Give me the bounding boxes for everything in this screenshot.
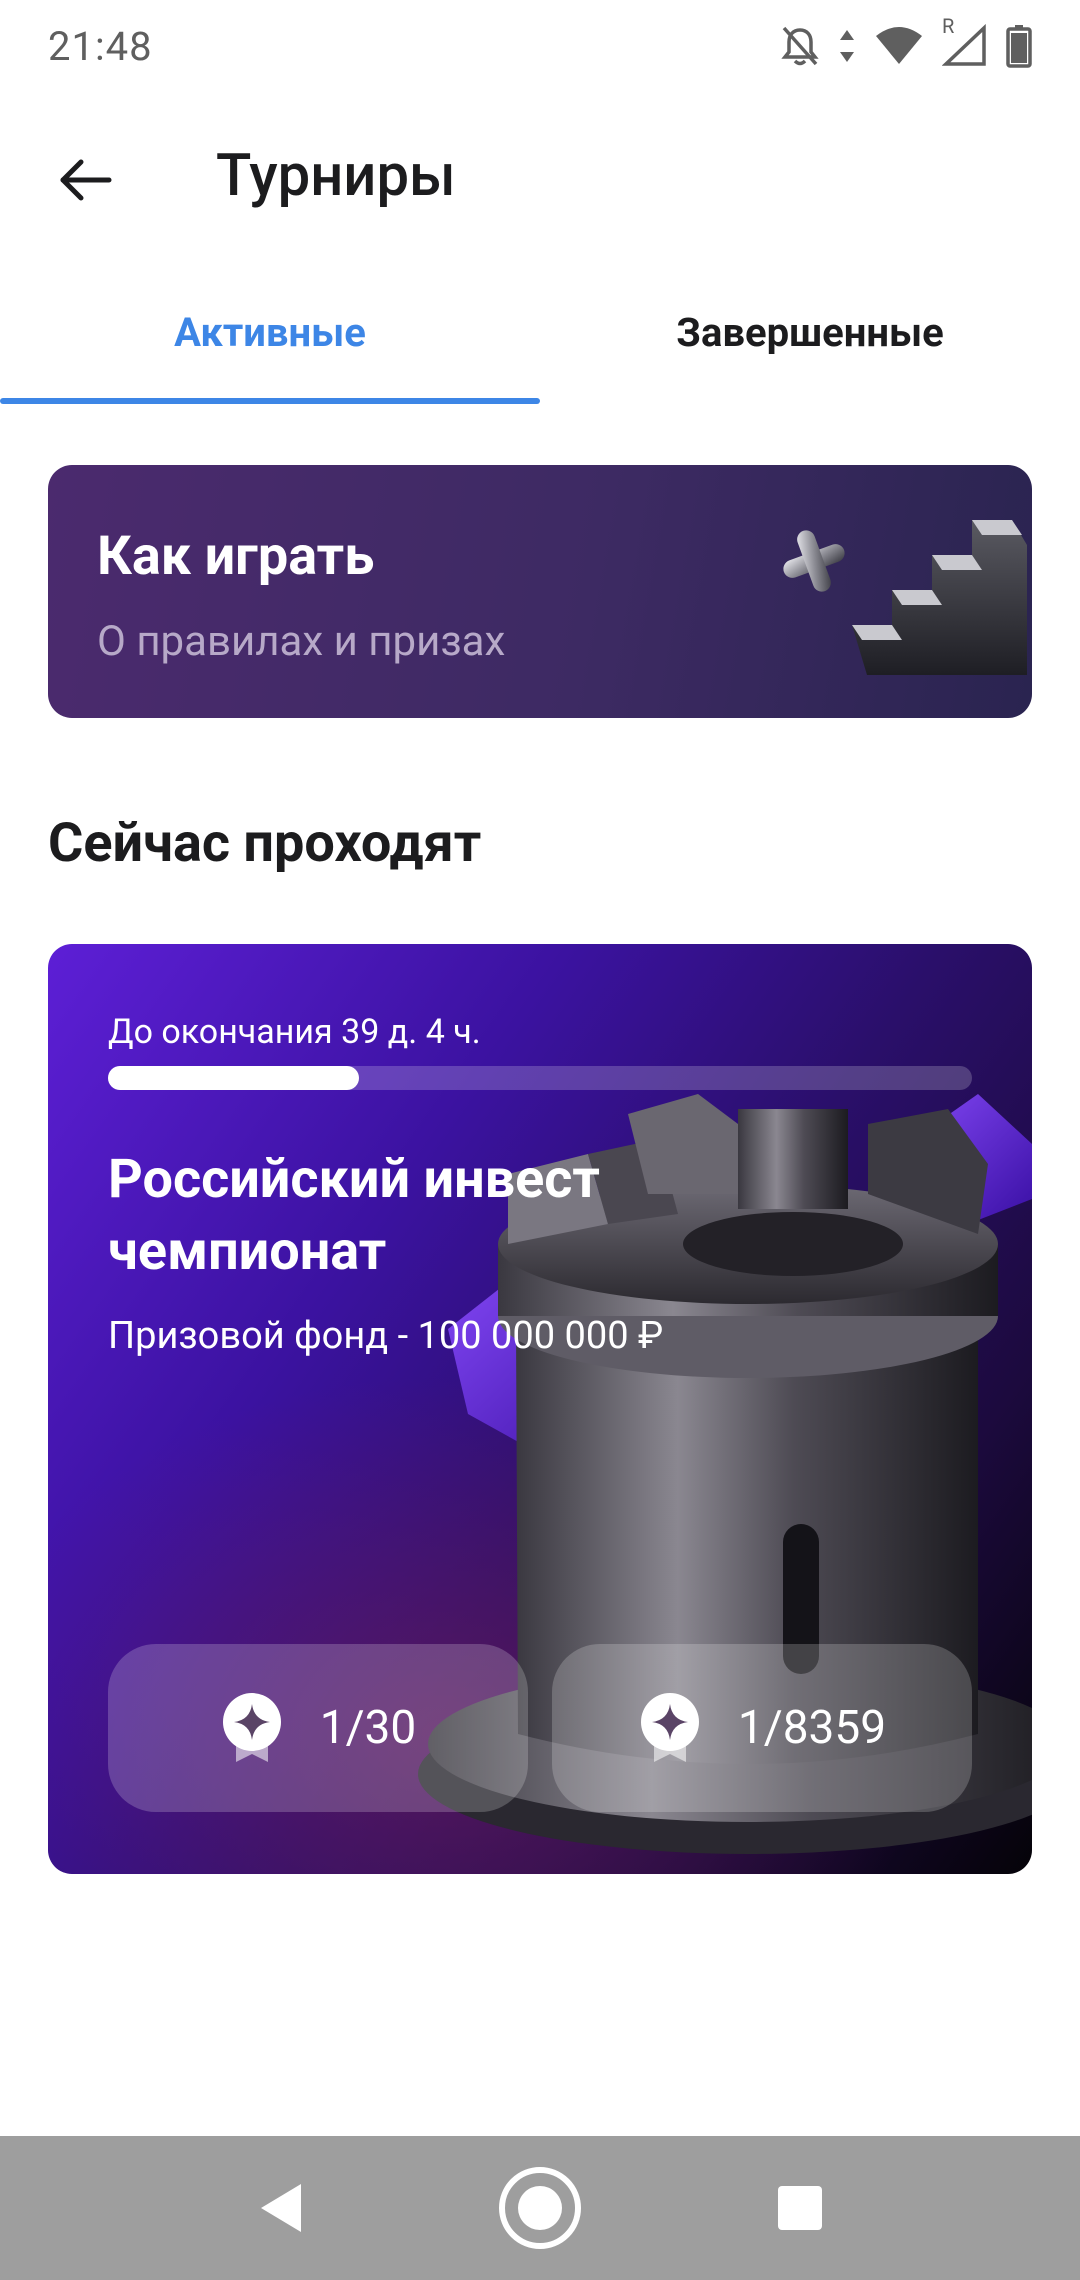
triangle-back-icon [261, 2184, 301, 2232]
medal-icon [222, 1693, 281, 1762]
app-bar: Турниры [0, 120, 1080, 240]
medal-icon [640, 1693, 699, 1762]
deadline-text: До окончания 39 д. 4 ч. [108, 1012, 481, 1052]
status-icons: R [780, 14, 1032, 68]
section-title: Сейчас проходят [48, 812, 482, 875]
overall-rank-value: 1/8359 [737, 1701, 887, 1755]
tab-label: Завершенные [676, 308, 944, 356]
tournament-title: Российский инвест чемпионат [108, 1148, 600, 1283]
tab-label: Активные [174, 308, 366, 356]
signal-icon: R [942, 14, 988, 68]
progress-fill [108, 1066, 359, 1090]
tab-completed[interactable]: Завершенные [540, 280, 1080, 404]
back-button[interactable] [40, 140, 130, 220]
tab-active[interactable]: Активные [0, 280, 540, 404]
tournament-card[interactable]: До окончания 39 д. 4 ч. Российский инвес… [48, 944, 1032, 1874]
rank-pill[interactable]: 1/30 [108, 1644, 528, 1812]
square-recents-icon [778, 2186, 822, 2230]
how-to-play-subtitle: О правилах и призах [97, 617, 506, 666]
tab-indicator [0, 398, 540, 404]
time-progress-bar [108, 1066, 972, 1090]
rank-value: 1/30 [319, 1701, 417, 1755]
tab-bar: Активные Завершенные [0, 280, 1080, 404]
arrow-back-icon [60, 159, 112, 201]
wifi-icon [876, 27, 922, 64]
page-title: Турниры [216, 142, 456, 210]
battery-icon [1006, 25, 1032, 68]
nav-back-button[interactable] [210, 2136, 350, 2280]
game-pieces-illustration [783, 520, 1027, 675]
status-time: 21:48 [48, 22, 153, 70]
nav-home-button[interactable] [470, 2136, 610, 2280]
how-to-play-card[interactable]: Как играть О правилах и призах [48, 465, 1032, 718]
nav-recents-button[interactable] [730, 2136, 870, 2280]
prize-fund: Призовой фонд - 100 000 000 ₽ [108, 1314, 664, 1358]
data-arrows-icon [840, 30, 854, 62]
system-nav-bar [0, 2136, 1080, 2280]
overall-rank-pill[interactable]: 1/8359 [552, 1644, 972, 1812]
status-bar: 21:48 R [0, 0, 1080, 92]
notifications-off-icon [781, 26, 819, 66]
how-to-play-title: Как играть [97, 525, 375, 588]
home-circle-icon [499, 2167, 581, 2249]
